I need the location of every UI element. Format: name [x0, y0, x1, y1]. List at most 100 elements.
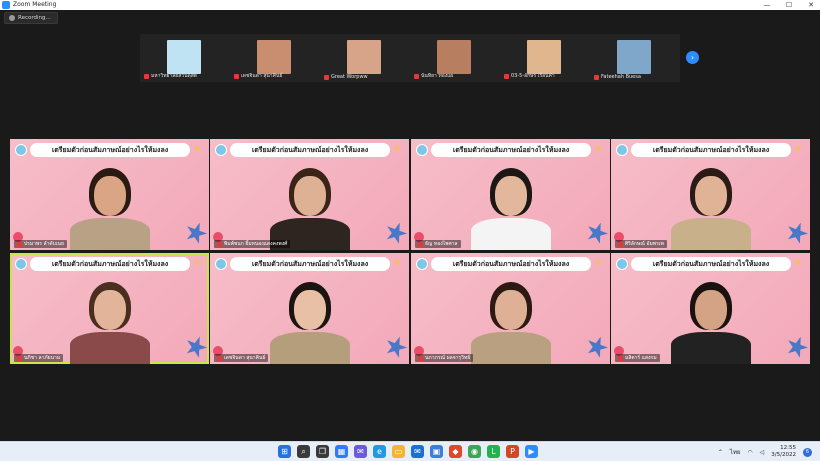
- decoration-star-icon: [583, 219, 610, 247]
- volume-icon[interactable]: ◁: [760, 449, 765, 456]
- participant-video: [666, 274, 756, 364]
- participant-video: [265, 274, 355, 364]
- store-icon[interactable]: ▣: [430, 445, 443, 458]
- participant-video: [466, 274, 556, 364]
- virtual-background-banner: เตรียมตัวก่อนสัมภาษณ์อย่างไรให้มงลง: [30, 257, 190, 271]
- thumbnail-tile[interactable]: Great Worpww: [320, 34, 410, 82]
- thumbnail-name-tag: 03-5-อักษร เรือนคำ: [504, 72, 555, 80]
- office-icon[interactable]: ◆: [449, 445, 462, 458]
- thumbnail-name: มหาวิทยาลัยสวนดุสิต: [151, 73, 198, 79]
- mic-muted-icon: [618, 355, 623, 361]
- participant-face: [93, 290, 126, 330]
- decoration-star-icon: [783, 333, 810, 361]
- thumbnail-name: Great Worpww: [331, 74, 368, 80]
- participant-name: มลิตาร์ แสงกม: [625, 355, 657, 361]
- chrome-icon[interactable]: ◉: [468, 445, 481, 458]
- minimize-button[interactable]: —: [762, 0, 772, 10]
- mic-muted-icon: [217, 241, 222, 247]
- gallery-grid: เตรียมตัวก่อนสัมภาษณ์อย่างไรให้มงลง ✦ ปรมา…: [10, 139, 810, 365]
- taskbar-apps: ⊞ ⌕ ❐ ▦ ✉ e ▭ ✉ ▣ ◆ ◉ L P ▶: [278, 445, 538, 458]
- chat-icon[interactable]: ✉: [354, 445, 367, 458]
- decoration-star-icon: [583, 333, 610, 361]
- participant-photo: [167, 40, 201, 74]
- thumbnail-name-tag: นันทิยา ทองแผ: [414, 72, 453, 80]
- input-language[interactable]: ไทย: [730, 447, 741, 457]
- participant-video-tile[interactable]: เตรียมตัวก่อนสัมภาษณ์อย่างไรให้มงลง ✦ มลิต…: [611, 253, 810, 364]
- widgets-icon[interactable]: ▦: [335, 445, 348, 458]
- taskbar-clock[interactable]: 12:55 3/5/2022: [771, 445, 796, 459]
- participant-name-tag: นภาภรณ์ ผลจารุวิทย์: [415, 354, 474, 362]
- thumbnail-name-tag: Great Worpww: [324, 74, 368, 80]
- decoration-star-icon: [382, 333, 409, 361]
- participant-photo: [527, 40, 561, 74]
- search-icon[interactable]: ⌕: [297, 445, 310, 458]
- sparkle-icon: ✦: [794, 258, 803, 269]
- mic-muted-icon: [594, 74, 599, 80]
- participant-video-tile[interactable]: เตรียมตัวก่อนสัมภาษณ์อย่างไรให้มงลง ✦ นภิช…: [10, 253, 209, 364]
- university-logo-icon: [15, 144, 27, 156]
- maximize-button[interactable]: ☐: [784, 0, 794, 10]
- next-page-button[interactable]: ›: [686, 51, 699, 64]
- edge-icon[interactable]: e: [373, 445, 386, 458]
- recording-label: Recording...: [18, 15, 51, 21]
- powerpoint-icon[interactable]: P: [506, 445, 519, 458]
- participant-video-tile[interactable]: เตรียมตัวก่อนสัมภาษณ์อย่างไรให้มงลง ✦ ปรมา…: [10, 139, 209, 250]
- participant-video-tile[interactable]: เตรียมตัวก่อนสัมภาษณ์อย่างไรให้มงลง ✦ นภาภ…: [411, 253, 610, 364]
- sparkle-icon: ✦: [193, 258, 202, 269]
- task-view-icon[interactable]: ❐: [316, 445, 329, 458]
- thumbnail-tile[interactable]: นันทิยา ทองแผ: [410, 34, 500, 82]
- participant-video-tile[interactable]: เตรียมตัวก่อนสัมภาษณ์อย่างไรให้มงลง ✦ เดชจ…: [210, 253, 409, 364]
- participant-face: [694, 176, 727, 216]
- participant-name-tag: ศิริลักษณ์ อัมพรเพ: [615, 240, 667, 248]
- thumbnail-name: นันทิยา ทองแผ: [421, 73, 454, 79]
- mail-icon[interactable]: ✉: [411, 445, 424, 458]
- sparkle-icon: ✦: [393, 258, 402, 269]
- participant-face: [293, 176, 326, 216]
- participant-body: [470, 218, 551, 250]
- participant-body: [269, 332, 350, 364]
- participant-photo: [617, 40, 651, 74]
- university-logo-icon: [416, 258, 428, 270]
- participant-name-tag: นภิชา ลาภัยนาม: [14, 354, 64, 362]
- thumbnail-name: เดชจินดา สุนาคินธ์: [241, 73, 283, 79]
- thumbnail-tile[interactable]: Fateehah Buesa: [590, 34, 680, 82]
- participant-body: [670, 332, 751, 364]
- participant-name-tag: เดชจินดา สุนาคินธ์: [214, 354, 269, 362]
- zoom-window: Zoom Meeting — ☐ ✕ Recording... มหาวิทยา…: [0, 0, 820, 461]
- university-logo-icon: [215, 258, 227, 270]
- recording-indicator[interactable]: Recording...: [4, 12, 58, 24]
- participant-name: นภิชา ลาภัยนาม: [24, 355, 61, 361]
- window-title: Zoom Meeting: [13, 1, 57, 8]
- virtual-background-banner: เตรียมตัวก่อนสัมภาษณ์อย่างไรให้มงลง: [431, 257, 591, 271]
- sparkle-icon: ✦: [393, 144, 402, 155]
- participant-video-tile[interactable]: เตรียมตัวก่อนสัมภาษณ์อย่างไรให้มงลง ✦ พิมพ…: [210, 139, 409, 250]
- wifi-icon[interactable]: ◠: [747, 449, 752, 456]
- participant-name: พิมพ์ชนก ยิ้มหนองแดงคงพงศ์: [224, 241, 288, 247]
- participant-body: [470, 332, 551, 364]
- thumbnail-tile[interactable]: มหาวิทยาลัยสวนดุสิต: [140, 34, 230, 82]
- participant-photo: [257, 40, 291, 74]
- thumbnail-tile[interactable]: 03-5-อักษร เรือนคำ: [500, 34, 590, 82]
- line-icon[interactable]: L: [487, 445, 500, 458]
- notification-badge[interactable]: 6: [803, 447, 812, 457]
- thumbnail-tile[interactable]: เดชจินดา สุนาคินธ์: [230, 34, 320, 82]
- window-controls: — ☐ ✕: [762, 0, 816, 10]
- university-logo-icon: [616, 258, 628, 270]
- participant-face: [93, 176, 126, 216]
- participant-photo: [347, 40, 381, 74]
- clock-time: 12:55: [780, 445, 796, 451]
- participant-video-tile[interactable]: เตรียมตัวก่อนสัมภาษณ์อย่างไรให้มงลง ✦ ศิริ…: [611, 139, 810, 250]
- windows-start-icon[interactable]: ⊞: [278, 445, 291, 458]
- participant-video: [466, 160, 556, 250]
- thumbnail-name: Fateehah Buesa: [601, 74, 641, 80]
- clock-date: 3/5/2022: [771, 452, 796, 458]
- thumbnail-name: 03-5-อักษร เรือนคำ: [511, 73, 555, 79]
- file-explorer-icon[interactable]: ▭: [392, 445, 405, 458]
- tray-chevron-icon[interactable]: ⌃: [718, 449, 723, 456]
- participant-video-tile[interactable]: เตรียมตัวก่อนสัมภาษณ์อย่างไรให้มงลง ✦ ธัญ …: [411, 139, 610, 250]
- thumbnail-strip: มหาวิทยาลัยสวนดุสิต เดชจินดา สุนาคินธ์ Gre…: [140, 34, 680, 82]
- zoom-icon[interactable]: ▶: [525, 445, 538, 458]
- mic-muted-icon: [17, 241, 22, 247]
- decoration-star-icon: [182, 333, 209, 361]
- close-button[interactable]: ✕: [806, 0, 816, 10]
